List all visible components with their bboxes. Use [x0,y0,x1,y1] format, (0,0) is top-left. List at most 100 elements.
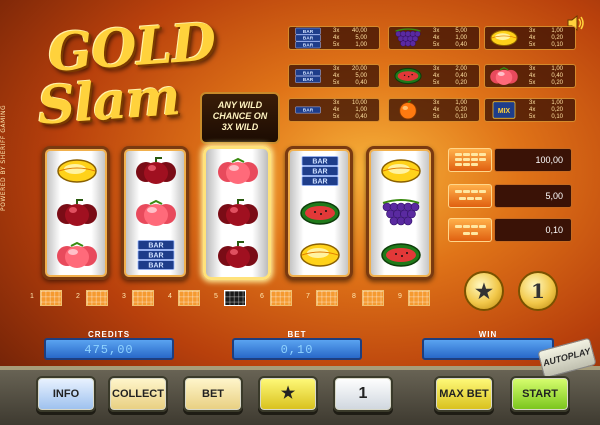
payout-value: 0,20 [455,107,467,113]
payout-value: 0,40 [355,114,367,120]
credits-value: 475,00 [44,338,174,360]
payout-value: 0,10 [551,114,563,120]
reel-symbol-grapes-icon [379,197,423,229]
reel-symbol-lemon-icon [298,239,342,271]
paytable-tomato-icon [487,65,521,87]
payline-3[interactable]: 3 [122,290,162,306]
one-bet-button[interactable]: 1 [333,376,393,412]
payout-multiplier: 4x [529,107,536,113]
payout-multiplier: 3x [433,28,440,34]
reel-symbol-triple-bar-icon: BAR BAR BAR [298,155,342,187]
payline-number: 2 [76,293,80,300]
svg-text:BAR: BAR [148,253,163,260]
reel-symbol-tomato-icon [55,239,99,271]
payout-value: 1,00 [551,66,563,72]
reel-symbol-tomato-icon [216,155,260,187]
payout-multiplier: 5x [529,114,536,120]
payline-pattern-icon [178,290,200,306]
payout-multiplier: 5x [529,80,536,86]
svg-text:BAR: BAR [303,29,314,35]
paytable-entry-tomato: 3x 1,00 4x 0,40 5x 0,20 [484,64,576,88]
svg-text:BAR: BAR [148,243,163,250]
star-bet-button[interactable]: ★ [258,376,318,412]
payline-pattern-icon [86,290,108,306]
bet-level-2[interactable]: 5,00 [448,184,572,208]
payout-value: 40,00 [351,28,367,34]
payout-value: 2,00 [455,66,467,72]
paytable-payouts: 3x 2,00 4x 0,40 5x 0,20 [433,66,467,87]
payout-multiplier: 3x [333,100,340,106]
reel-symbol-plum-icon [55,197,99,229]
star-coin-button[interactable]: ★ [464,271,504,311]
payline-4[interactable]: 4 [168,290,208,306]
payout-multiplier: 3x [333,66,340,72]
payline-9[interactable]: 9 [398,290,438,306]
payline-8[interactable]: 8 [352,290,392,306]
payline-6[interactable]: 6 [260,290,300,306]
reel-symbol-triple-bar-icon: BAR BAR BAR [134,239,178,271]
reel-symbol-plum-icon [134,155,178,187]
start-button[interactable]: START [510,376,570,412]
payout-value: 0,10 [551,42,563,48]
payout-value: 0,20 [455,80,467,86]
paytable-payouts: 3x 1,00 4x 0,20 5x 0,10 [529,28,563,49]
payout-multiplier: 3x [529,66,536,72]
payout-multiplier: 4x [333,73,340,79]
paytable-payouts: 3x 40,00 4x 5,00 5x 1,00 [333,28,367,49]
bet-level-3[interactable]: 0,10 [448,218,572,242]
star-icon: ★ [280,385,296,402]
svg-text:BAR: BAR [312,159,327,166]
payline-pattern-icon [224,290,246,306]
paytable-entry-orange: 3x 1,00 4x 0,20 5x 0,10 [388,98,480,122]
payout-value: 0,20 [551,107,563,113]
payout-multiplier: 4x [433,73,440,79]
payout-value: 0,40 [355,80,367,86]
game-screen: POWERED BY SHERIFF GAMING GOLD Slam ANY … [0,0,600,425]
payline-number: 6 [260,293,264,300]
payline-2[interactable]: 2 [76,290,116,306]
paytable-entry-watermelon: 3x 2,00 4x 0,40 5x 0,20 [388,64,480,88]
paytable-payouts: 3x 10,00 4x 1,00 5x 0,40 [333,100,367,121]
payout-value: 1,00 [455,100,467,106]
payline-5[interactable]: 5 [214,290,254,306]
paytable: BAR BAR BAR 3x 40,00 4x 5,00 5x 1,00 3x 5,00 4x 1,00… [288,26,576,126]
payout-multiplier: 4x [333,35,340,41]
payout-multiplier: 3x [529,100,536,106]
payout-multiplier: 5x [529,42,536,48]
info-button[interactable]: INFO [36,376,96,412]
win-panel: WIN [422,330,554,362]
payout-value: 0,40 [551,73,563,79]
paytable-entry-mix-bar: MIX 3x 1,00 4x 0,20 5x 0,10 [484,98,576,122]
payline-7[interactable]: 7 [306,290,346,306]
paytable-entry-double-bar: BAR BAR 3x 20,00 4x 5,00 5x 0,40 [288,64,380,88]
svg-text:BAR: BAR [148,263,163,270]
collect-button[interactable]: COLLECT [108,376,168,412]
paylines-selector: 1 2 3 4 5 6 7 8 9 [30,290,440,306]
reel-3 [203,146,271,280]
one-coin-button[interactable]: 1 [518,271,558,311]
paytable-payouts: 3x 1,00 4x 0,20 5x 0,10 [529,100,563,121]
payout-multiplier: 4x [529,73,536,79]
bet-button[interactable]: BET [183,376,243,412]
payout-multiplier: 4x [433,107,440,113]
payout-value: 10,00 [351,100,367,106]
svg-text:BAR: BAR [303,36,314,42]
credits-panel: CREDITS 475,00 [44,330,174,362]
payout-value: 0,20 [551,80,563,86]
any-wild-line-1: ANY WILD [217,100,263,110]
bet-level-value: 0,10 [494,218,572,242]
payline-1[interactable]: 1 [30,290,70,306]
any-wild-line-2: CHANCE ON [212,111,268,121]
payline-pattern-icon [132,290,154,306]
svg-text:BAR: BAR [303,77,314,83]
svg-text:BAR: BAR [312,179,327,186]
payout-multiplier: 4x [433,35,440,41]
max-bet-button[interactable]: MAX BET [434,376,494,412]
game-logo: GOLD Slam [32,11,218,144]
bet-level-value: 100,00 [494,148,572,172]
payline-number: 9 [398,293,402,300]
payline-number: 3 [122,293,126,300]
bet-level-1[interactable]: 100,00 [448,148,572,172]
payout-multiplier: 5x [433,114,440,120]
any-wild-line-3: 3X WILD [221,122,259,132]
